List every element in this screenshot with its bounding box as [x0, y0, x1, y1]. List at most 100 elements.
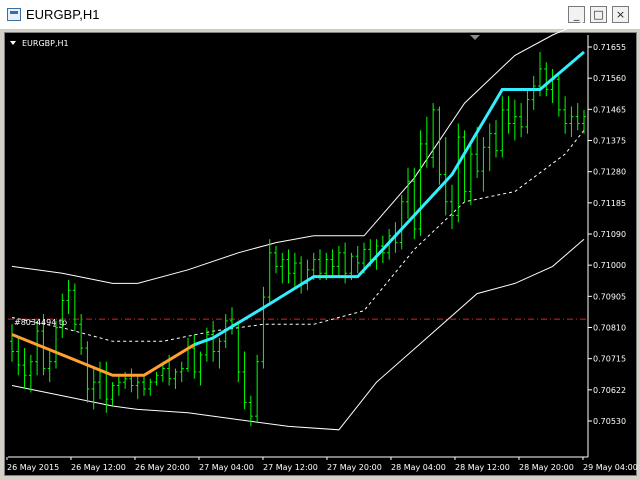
price-bar [450, 184, 454, 229]
time-tick-label: 28 May 12:00 [455, 463, 510, 472]
price-bar [148, 378, 153, 396]
price-bar [274, 246, 278, 274]
price-bar [563, 96, 568, 134]
price-bar [500, 96, 505, 158]
price-bar [186, 337, 190, 372]
price-bar [211, 320, 216, 362]
price-bar [336, 246, 341, 277]
price-bar [236, 320, 241, 383]
order-tp-label: #8034494 tp [14, 318, 67, 327]
price-bar [16, 337, 21, 376]
price-bar [173, 368, 178, 389]
price-bar [582, 109, 586, 134]
middle-envelope-line [11, 129, 585, 342]
price-bar [198, 351, 203, 386]
price-bar [556, 75, 561, 117]
upper-envelope-line [11, 20, 585, 284]
price-bar [142, 375, 146, 396]
time-tick-label: 28 May 20:00 [519, 463, 574, 472]
price-chart: 0.71655 0.71560 0.71465 0.71375 0.71280 0.711… [6, 20, 638, 472]
price-bar [305, 259, 310, 291]
price-bar [242, 351, 247, 410]
price-bar [456, 123, 461, 223]
price-bar [72, 283, 77, 332]
time-tick-label: 27 May 12:00 [263, 463, 318, 472]
price-bar [418, 130, 423, 236]
price-bar [110, 382, 115, 406]
price-bar [481, 137, 486, 192]
price-tick-label: 0.71560 [593, 74, 626, 83]
price-bar [399, 194, 404, 250]
price-bar [575, 103, 580, 131]
price-bar [330, 249, 335, 277]
chart-symbol-label: EURGBP,H1 [22, 39, 69, 48]
price-tick-label: 0.70810 [593, 324, 626, 333]
price-tick-label: 0.71280 [593, 168, 626, 177]
price-tick-label: 0.71655 [593, 43, 626, 52]
price-bar [261, 286, 266, 369]
time-tick-label: 27 May 04:00 [199, 463, 254, 472]
price-bar [512, 99, 517, 141]
price-bar [468, 143, 473, 206]
price-tick-label: 0.71090 [593, 230, 626, 239]
price-tick-label: 0.70622 [593, 386, 626, 395]
price-bar [66, 280, 71, 315]
time-tick-label: 29 May 04:00 [583, 463, 638, 472]
price-bar [230, 307, 234, 335]
price-bar [135, 375, 140, 400]
price-tick-label: 0.70905 [593, 292, 626, 301]
price-tick-label: 0.71185 [593, 199, 626, 208]
price-bar [487, 123, 492, 172]
price-bar [544, 62, 549, 97]
time-tick-label: 26 May 12:00 [71, 463, 126, 472]
price-tick-label: 0.71465 [593, 105, 626, 114]
price-bar [60, 293, 65, 338]
price-bar [28, 354, 33, 393]
price-bar [10, 324, 14, 362]
price-bar [280, 252, 285, 284]
price-bar [129, 368, 134, 393]
price-bar [506, 96, 511, 134]
price-bar [406, 167, 410, 219]
price-bar [22, 348, 27, 389]
price-bar [431, 103, 436, 168]
price-bar [204, 327, 209, 362]
price-bar [85, 341, 90, 403]
price-bar [569, 106, 574, 138]
moving-average-up-line [193, 50, 585, 347]
price-bar [525, 89, 530, 134]
price-bar [412, 167, 417, 240]
price-tick-label: 0.71375 [593, 137, 626, 146]
time-tick-label: 26 May 2015 [7, 463, 59, 472]
price-bar [267, 239, 272, 304]
price-bar [550, 69, 555, 104]
price-bar [79, 314, 84, 355]
price-bar [192, 334, 197, 379]
price-bar [116, 375, 121, 396]
price-bar [91, 368, 96, 410]
price-bar [424, 116, 429, 168]
symbol-dropdown-arrow-icon[interactable] [10, 41, 16, 45]
price-bar [47, 351, 52, 383]
lower-envelope-line [11, 238, 585, 431]
price-bar [35, 320, 40, 376]
price-bar [154, 371, 159, 386]
price-tick-label: 0.70715 [593, 355, 626, 364]
price-tick-label: 0.70530 [593, 417, 626, 426]
price-bar [217, 337, 222, 369]
price-bar [179, 361, 184, 383]
chart-shift-marker-icon[interactable] [470, 35, 480, 40]
price-bar [531, 75, 536, 110]
time-tick-label: 27 May 20:00 [327, 463, 382, 472]
time-tick-label: 28 May 04:00 [391, 463, 446, 472]
price-bar [286, 249, 291, 284]
price-bar [519, 103, 524, 138]
price-bar [299, 256, 304, 294]
price-bar [355, 246, 360, 274]
price-bar [54, 320, 58, 369]
price-bar [443, 137, 448, 216]
price-bar [494, 120, 498, 158]
price-bar [462, 130, 467, 202]
price-tick-label: 0.71000 [593, 261, 626, 270]
price-bar [292, 252, 297, 287]
